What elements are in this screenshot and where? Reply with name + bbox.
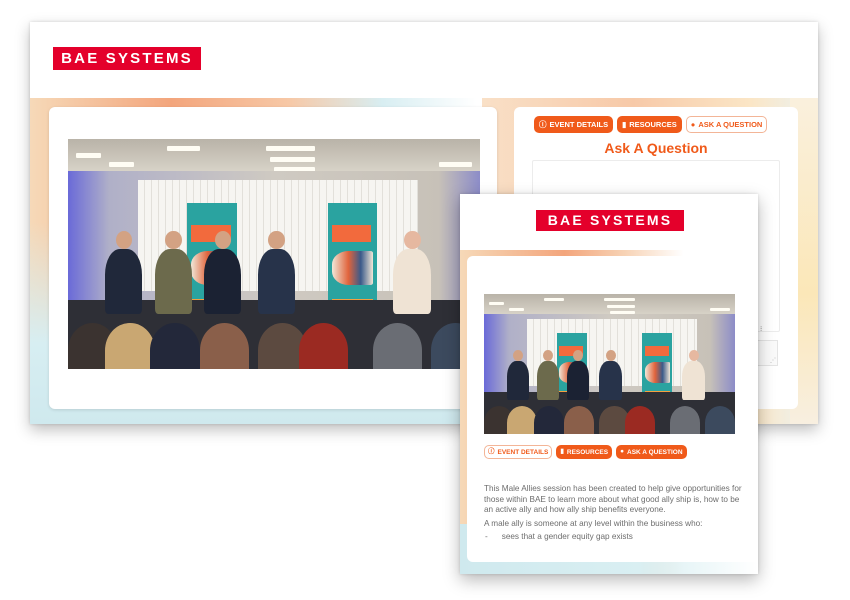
speaker — [257, 249, 295, 314]
tab-label: ASK A QUESTION — [627, 448, 683, 456]
ceiling-light — [509, 308, 525, 312]
banner-tag — [331, 224, 372, 242]
tab-resources[interactable]: ▮ RESOURCES — [556, 445, 613, 459]
ceiling-light — [606, 305, 635, 309]
ceiling-light — [109, 162, 134, 168]
bae-systems-logo[interactable]: BAE SYSTEMS — [536, 210, 684, 231]
chat-bubbles-icon: ● — [620, 447, 625, 455]
video-player[interactable] — [484, 294, 735, 434]
secondary-textarea[interactable]: ⋰ — [758, 340, 778, 366]
tab-ask-a-question[interactable]: ● ASK A QUESTION — [685, 116, 768, 133]
mobile-tab-bar: ⓘ EVENT DETAILS ▮ RESOURCES ● ASK A QUES… — [484, 445, 687, 459]
audience-member — [669, 406, 700, 434]
speaker — [682, 361, 705, 401]
bullet-marker: - — [485, 532, 488, 541]
description-paragraph: A male ally is someone at any level with… — [484, 518, 703, 528]
tab-label: RESOURCES — [566, 448, 609, 456]
audience-member — [534, 406, 565, 434]
speaker-head — [404, 231, 421, 250]
tab-resources[interactable]: ▮ RESOURCES — [617, 116, 682, 133]
speaker-head — [688, 350, 699, 362]
banner-art — [644, 362, 670, 383]
speaker — [536, 361, 560, 401]
ceiling-light — [265, 145, 316, 151]
speaker — [599, 361, 623, 401]
ask-question-heading: Ask A Question — [604, 140, 708, 156]
chat-bubbles-icon: ● — [690, 119, 696, 129]
video-player-card — [49, 107, 497, 409]
ceiling-light — [166, 145, 200, 151]
bae-systems-logo[interactable]: BAE SYSTEMS — [53, 47, 201, 70]
desktop-tab-bar: ⓘ EVENT DETAILS ▮ RESOURCES ● ASK A QUES… — [534, 116, 768, 133]
document-icon: ▮ — [560, 447, 564, 455]
audience-member — [105, 323, 155, 369]
ceiling-light — [489, 302, 505, 306]
ceiling-light — [709, 308, 730, 312]
speaker — [154, 249, 192, 314]
tab-label: EVENT DETAILS — [549, 120, 609, 129]
tab-event-details[interactable]: ⓘ EVENT DETAILS — [534, 116, 614, 133]
speaker-head — [268, 231, 285, 250]
info-circle-icon: ⓘ — [539, 119, 547, 129]
event-description: This Male Allies session has been create… — [484, 484, 746, 543]
ceiling-light — [438, 162, 472, 168]
tab-label: RESOURCES — [629, 120, 677, 129]
speaker — [203, 249, 242, 314]
speaker — [506, 361, 530, 401]
banner-art — [331, 251, 374, 285]
resize-grip-icon[interactable]: ⋰ — [770, 358, 776, 364]
drag-handle-icon[interactable]: ⁝ — [760, 325, 762, 333]
tab-ask-a-question[interactable]: ● ASK A QUESTION — [616, 445, 687, 459]
document-icon: ▮ — [622, 119, 627, 129]
tab-label: ASK A QUESTION — [698, 120, 763, 129]
tab-event-details[interactable]: ⓘ EVENT DETAILS — [484, 445, 553, 459]
ceiling-light — [269, 157, 316, 163]
audience-member — [150, 323, 200, 369]
audience-member — [506, 406, 537, 434]
info-circle-icon: ⓘ — [488, 447, 495, 455]
bullet-text: sees that a gender equity gap exists — [501, 532, 633, 541]
audience-member — [704, 406, 735, 434]
ceiling-light — [76, 152, 101, 158]
description-bullet: - sees that a gender equity gap exists — [484, 532, 746, 543]
tab-label: EVENT DETAILS — [497, 448, 549, 456]
ceiling-light — [544, 298, 565, 302]
audience-member — [624, 406, 655, 434]
video-player[interactable] — [68, 139, 480, 369]
ceiling-light — [604, 298, 635, 302]
speaker-head — [165, 231, 182, 250]
speaker — [105, 249, 143, 314]
speaker — [393, 249, 431, 314]
description-paragraph: This Male Allies session has been create… — [484, 484, 742, 514]
banner-tag — [644, 346, 669, 357]
speaker — [566, 361, 590, 401]
